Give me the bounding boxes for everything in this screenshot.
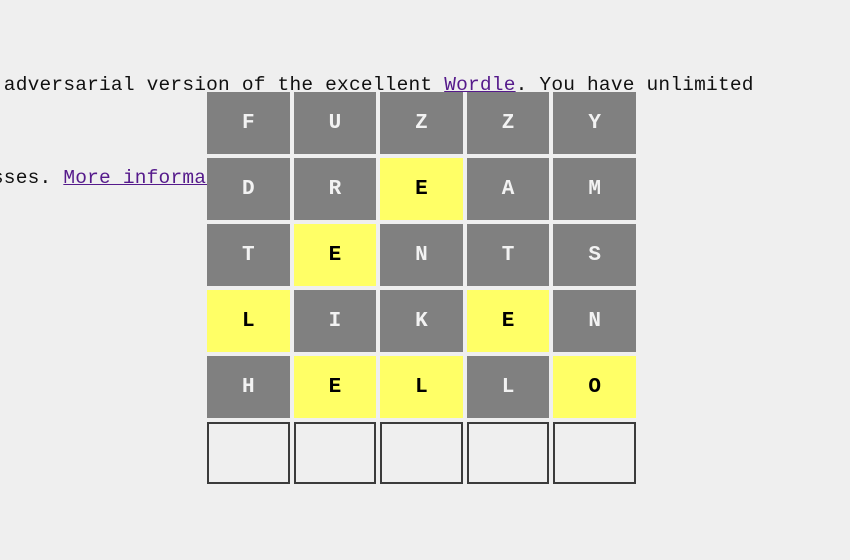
letter-tile: R (293, 158, 377, 220)
letter-tile: K (380, 290, 463, 352)
letter-tile: E (293, 224, 377, 286)
letter-tile: Z (380, 92, 463, 154)
board-row (207, 422, 636, 484)
letter-tile: D (207, 158, 290, 220)
letter-tile: M (553, 158, 636, 220)
letter-tile: Z (466, 92, 550, 154)
letter-tile[interactable] (466, 422, 550, 484)
board-row: FUZZY (207, 92, 636, 154)
letter-tile: E (293, 356, 377, 418)
letter-tile[interactable] (380, 422, 463, 484)
letter-tile[interactable] (553, 422, 636, 484)
letter-tile: S (553, 224, 636, 286)
letter-tile: F (207, 92, 290, 154)
wordle-board: FUZZYDREAMTENTSLIKENHELLO (207, 92, 636, 484)
board-row: HELLO (207, 356, 636, 418)
letter-tile: U (293, 92, 377, 154)
letter-tile: Y (553, 92, 636, 154)
letter-tile: E (466, 290, 550, 352)
letter-tile: H (207, 356, 290, 418)
letter-tile: L (207, 290, 290, 352)
letter-tile: N (553, 290, 636, 352)
letter-tile: N (380, 224, 463, 286)
letter-tile: L (380, 356, 463, 418)
letter-tile[interactable] (207, 422, 290, 484)
letter-tile[interactable] (293, 422, 377, 484)
board-row: LIKEN (207, 290, 636, 352)
letter-tile: A (466, 158, 550, 220)
board-row: DREAM (207, 158, 636, 220)
letter-tile: L (466, 356, 550, 418)
letter-tile: T (466, 224, 550, 286)
letter-tile: O (553, 356, 636, 418)
letter-tile: E (380, 158, 463, 220)
letter-tile: I (293, 290, 377, 352)
board-row: TENTS (207, 224, 636, 286)
letter-tile: T (207, 224, 290, 286)
intro-line-2-prefix: esses. (0, 167, 52, 189)
